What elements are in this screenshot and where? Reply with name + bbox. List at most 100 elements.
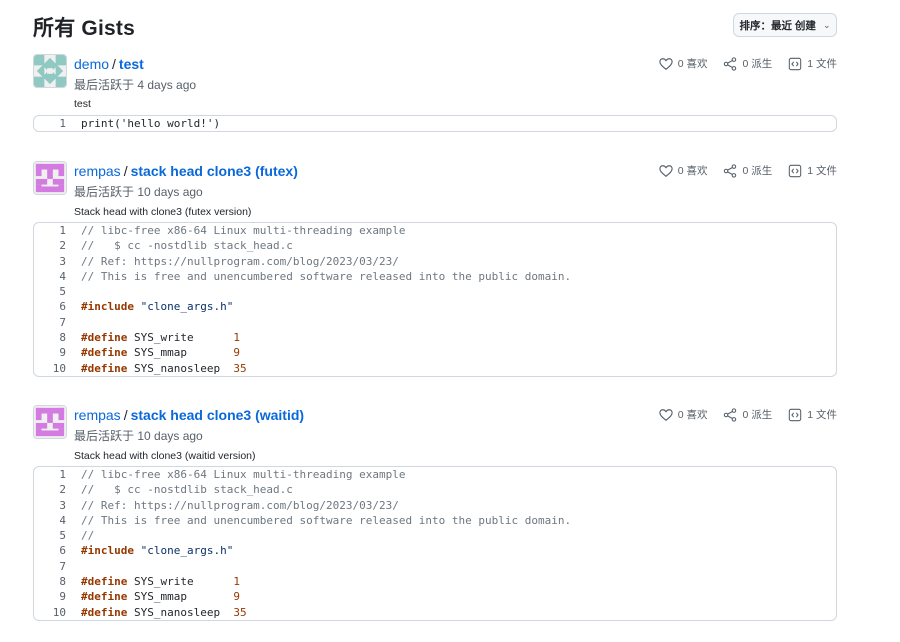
- file-count: 1 文件: [807, 58, 837, 70]
- code-line: 8 #define SYS_write 1: [34, 574, 836, 589]
- title-separator: /: [112, 56, 116, 72]
- code-preview[interactable]: 1 print('hello world!'): [33, 115, 837, 133]
- line-number: 10: [52, 605, 66, 619]
- gist-name-link[interactable]: stack head clone3 (futex): [131, 163, 298, 179]
- fork-button[interactable]: 0 派生: [723, 163, 772, 178]
- title-separator: /: [123, 407, 128, 423]
- heart-icon: [659, 164, 673, 177]
- code-text: #define SYS_mmap 9: [81, 346, 240, 360]
- code-text: // $ cc -nostdlib stack_head.c: [81, 483, 293, 497]
- gist-description: Stack head with clone3 (futex version): [74, 206, 252, 218]
- code-line: 2 // $ cc -nostdlib stack_head.c: [34, 238, 836, 253]
- code-preview[interactable]: 1 // libc-free x86-64 Linux multi-threadi…: [33, 466, 837, 621]
- code-line: 1 // libc-free x86-64 Linux multi-threadi…: [34, 223, 836, 238]
- code-line: 2 // $ cc -nostdlib stack_head.c: [34, 482, 836, 497]
- code-text: #define SYS_nanosleep 35: [81, 361, 247, 375]
- code-text: // $ cc -nostdlib stack_head.c: [81, 239, 293, 253]
- code-line: 6 #include "clone_args.h": [34, 299, 836, 314]
- avatar[interactable]: [33, 54, 67, 88]
- fork-count: 0 派生: [742, 165, 773, 177]
- files-button[interactable]: 1 文件: [788, 407, 837, 422]
- code-text: //: [81, 529, 95, 543]
- code-line: 5: [34, 284, 836, 299]
- gist-title: rempas / stack head clone3 (waitid): [74, 407, 304, 423]
- files-button[interactable]: 1 文件: [788, 163, 837, 178]
- gist-item: rempas / stack head clone3 (waitid) 最后活跃于 …: [33, 405, 837, 621]
- code-text: #define SYS_mmap 9: [81, 590, 240, 604]
- code-text: // Ref: https://nullprogram.com/blog/202…: [81, 498, 399, 512]
- code-line: 5 //: [34, 528, 836, 543]
- like-button[interactable]: 0 喜欢: [659, 407, 708, 422]
- line-number: 1: [59, 224, 66, 237]
- code-text: // Ref: https://nullprogram.com/blog/202…: [81, 254, 399, 268]
- code-line: 3 // Ref: https://nullprogram.com/blog/20…: [34, 254, 836, 269]
- gist-owner-link[interactable]: demo: [74, 56, 109, 72]
- gist-owner-link[interactable]: rempas: [74, 407, 121, 423]
- code-file-icon: [789, 164, 802, 177]
- line-number: 6: [59, 300, 66, 314]
- code-text: #include "clone_args.h": [81, 300, 234, 314]
- fork-button[interactable]: 0 派生: [723, 56, 772, 71]
- heart-icon: [659, 408, 673, 421]
- code-text: // libc-free x86-64 Linux multi-threadin…: [81, 468, 406, 481]
- code-line: 7: [34, 559, 836, 574]
- gist-item: demo / test 最后活跃于 4 days ago 0 喜欢 0 派生 1 文…: [33, 54, 837, 133]
- code-text: print('hello world!'): [81, 117, 221, 130]
- gist-item: rempas / stack head clone3 (futex) 最后活跃于 1…: [33, 161, 837, 377]
- like-button[interactable]: 0 喜欢: [659, 163, 707, 178]
- code-text: #define SYS_write 1: [81, 575, 240, 589]
- line-number: 2: [59, 483, 66, 497]
- code-line: 10 #define SYS_nanosleep 35: [34, 361, 836, 376]
- sort-button[interactable]: 排序：最近 创建 ⌄: [733, 13, 837, 37]
- fork-button[interactable]: 0 派生: [723, 407, 772, 422]
- code-line: 1 // libc-free x86-64 Linux multi-threadi…: [34, 467, 836, 482]
- code-file-icon: [789, 408, 802, 421]
- like-button[interactable]: 0 喜欢: [659, 56, 708, 71]
- share-fork-icon: [724, 56, 737, 71]
- gist-owner-link[interactable]: rempas: [74, 163, 121, 179]
- file-count: 1 文件: [807, 165, 837, 177]
- fork-count: 0 派生: [742, 409, 773, 421]
- line-number: 4: [59, 513, 66, 527]
- code-text: #define SYS_nanosleep 35: [81, 605, 247, 619]
- gist-title: rempas / stack head clone3 (futex): [74, 163, 298, 179]
- heart-icon: [659, 57, 673, 70]
- code-text: // libc-free x86-64 Linux multi-threadin…: [81, 224, 406, 237]
- code-line: 4 // This is free and unencumbered softwa…: [34, 513, 836, 528]
- gist-description: test: [74, 98, 91, 110]
- files-button[interactable]: 1 文件: [788, 56, 837, 71]
- like-count: 0 喜欢: [677, 409, 708, 421]
- code-text: // This is free and unencumbered softwar…: [81, 269, 572, 283]
- line-number: 8: [59, 331, 66, 345]
- like-count: 0 喜欢: [677, 58, 708, 70]
- code-text: #include "clone_args.h": [81, 544, 234, 558]
- line-number: 3: [59, 498, 66, 512]
- code-line: 10 #define SYS_nanosleep 35: [34, 605, 836, 620]
- avatar[interactable]: [33, 161, 67, 195]
- line-number: 7: [59, 315, 66, 329]
- gist-activity: 最后活跃于 4 days ago: [74, 78, 197, 92]
- gist-name-link[interactable]: stack head clone3 (waitid): [131, 407, 305, 423]
- line-number: 10: [52, 361, 66, 375]
- gist-actions: 0 喜欢 0 派生 1 文件: [659, 56, 837, 71]
- page-title: 所有 Gists: [33, 17, 135, 40]
- code-line: 9 #define SYS_mmap 9: [34, 589, 836, 604]
- sort-label: 排序：最近 创建: [739, 19, 816, 32]
- code-line: 6 #include "clone_args.h": [34, 543, 836, 558]
- file-count: 1 文件: [807, 409, 837, 421]
- line-number: 7: [59, 559, 66, 573]
- avatar-identicon: [34, 406, 66, 438]
- code-file-icon: [789, 57, 802, 70]
- title-separator: /: [123, 163, 128, 179]
- code-preview[interactable]: 1 // libc-free x86-64 Linux multi-threadi…: [33, 222, 837, 377]
- line-number: 2: [59, 239, 66, 253]
- line-number: 1: [59, 117, 66, 130]
- line-number: 9: [59, 590, 66, 604]
- gist-description: Stack head with clone3 (waitid version): [74, 450, 256, 462]
- gist-name-link[interactable]: test: [119, 56, 144, 72]
- avatar[interactable]: [33, 405, 67, 439]
- gist-title: demo / test: [74, 56, 144, 72]
- share-fork-icon: [724, 163, 737, 178]
